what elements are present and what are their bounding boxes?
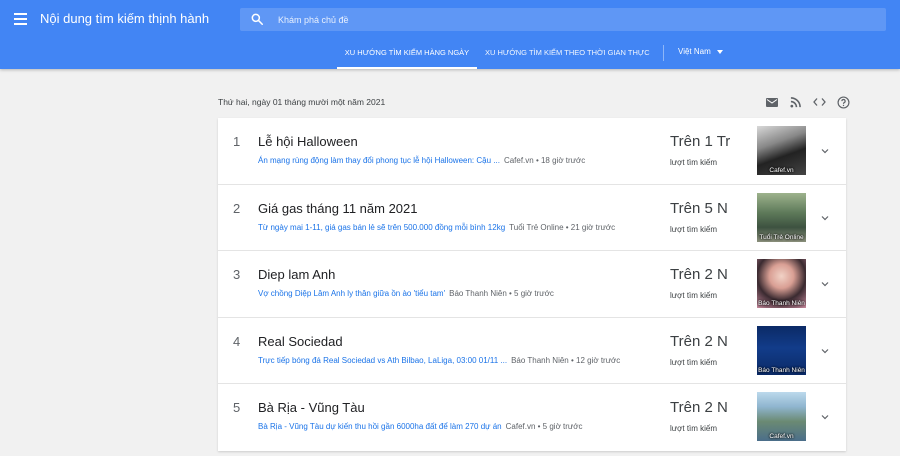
trend-thumbnail[interactable]: Báo Thanh Niên xyxy=(757,325,806,375)
trend-tabs: XU HƯỚNG TÌM KIẾM HÀNG NGÀY XU HƯỚNG TÌM… xyxy=(337,44,663,69)
country-selector[interactable]: Việt Nam xyxy=(678,47,723,56)
article-meta: Tuổi Trẻ Online • 21 giờ trước xyxy=(509,222,616,232)
chevron-down-icon[interactable] xyxy=(818,278,832,290)
search-count-label: lượt tìm kiếm xyxy=(670,291,718,301)
chevron-down-icon[interactable] xyxy=(818,145,832,157)
app-bar: Nội dung tìm kiếm thịnh hành XU HƯỚNG TÌ… xyxy=(0,0,900,69)
embed-code-icon[interactable] xyxy=(812,95,827,109)
search-count-label: lượt tìm kiếm xyxy=(670,357,718,367)
trend-title[interactable]: Real Sociedad xyxy=(258,334,343,349)
search-count-label: lượt tìm kiếm xyxy=(670,224,718,234)
search-input[interactable] xyxy=(278,8,878,31)
trend-thumbnail[interactable]: Báo Thanh Niên xyxy=(757,259,806,309)
help-icon[interactable] xyxy=(836,95,851,109)
toolbar xyxy=(764,95,851,109)
trend-thumbnail[interactable]: Cafef.vn xyxy=(757,126,806,175)
trend-row: 2 Giá gas tháng 11 năm 2021 Từ ngày mai … xyxy=(218,185,846,252)
article-link[interactable]: Án mạng rùng động làm thay đổi phong tục… xyxy=(258,156,500,165)
trend-article: Trực tiếp bóng đá Real Sociedad vs Ath B… xyxy=(258,356,620,365)
search-count: Trên 5 N xyxy=(670,199,728,217)
divider xyxy=(663,45,664,61)
trend-article: Bà Rịa - Vũng Tàu dự kiến thu hồi gần 60… xyxy=(258,422,583,431)
article-link[interactable]: Bà Rịa - Vũng Tàu dự kiến thu hồi gần 60… xyxy=(258,422,502,431)
search-icon[interactable] xyxy=(250,12,264,26)
trend-rank: 2 xyxy=(233,200,241,216)
trend-title[interactable]: Bà Rịa - Vũng Tàu xyxy=(258,400,365,415)
rss-icon[interactable] xyxy=(788,95,803,109)
search-count: Trên 2 N xyxy=(670,399,728,417)
thumbnail-source: Tuổi Trẻ Online xyxy=(759,233,804,241)
article-link[interactable]: Từ ngày mai 1-11, giá gas bán lẻ sẽ trên… xyxy=(258,223,505,232)
email-icon[interactable] xyxy=(764,95,779,109)
trend-article: Vợ chồng Diệp Lâm Anh ly thân giữa ồn ào… xyxy=(258,289,554,298)
thumbnail-source: Báo Thanh Niên xyxy=(758,300,805,308)
trend-rank: 4 xyxy=(233,333,241,349)
trend-article: Từ ngày mai 1-11, giá gas bán lẻ sẽ trên… xyxy=(258,223,615,232)
date-heading: Thứ hai, ngày 01 tháng mười một năm 2021 xyxy=(218,97,386,107)
search-count-label: lượt tìm kiếm xyxy=(670,424,718,434)
trend-title[interactable]: Lễ hội Halloween xyxy=(258,134,358,149)
trend-thumbnail[interactable]: Tuổi Trẻ Online xyxy=(757,192,806,242)
article-meta: Báo Thanh Niên • 5 giờ trước xyxy=(449,289,554,299)
search-count-label: lượt tìm kiếm xyxy=(670,158,718,167)
chevron-down-icon xyxy=(716,49,723,54)
search-count: Trên 2 N xyxy=(670,266,728,284)
article-link[interactable]: Vợ chồng Diệp Lâm Anh ly thân giữa ồn ào… xyxy=(258,289,445,298)
search-count: Trên 1 Tr xyxy=(670,133,731,150)
country-label: Việt Nam xyxy=(678,47,711,56)
trend-thumbnail[interactable]: Cafef.vn xyxy=(757,392,806,442)
trend-rank: 1 xyxy=(233,134,241,149)
trends-list: 1 Lễ hội Halloween Án mạng rùng động làm… xyxy=(218,118,846,451)
chevron-down-icon[interactable] xyxy=(818,212,832,224)
trend-row: 4 Real Sociedad Trực tiếp bóng đá Real S… xyxy=(218,318,846,385)
thumbnail-source: Cafef.vn xyxy=(769,167,794,174)
tab-realtime-trends[interactable]: XU HƯỚNG TÌM KIẾM THEO THỜI GIAN THỰC xyxy=(485,44,663,69)
article-meta: Cafef.vn • 5 giờ trước xyxy=(505,422,583,432)
trend-rank: 3 xyxy=(233,267,241,283)
trend-row: 3 Diep lam Anh Vợ chồng Diệp Lâm Anh ly … xyxy=(218,251,846,318)
tab-daily-trends[interactable]: XU HƯỚNG TÌM KIẾM HÀNG NGÀY xyxy=(337,44,477,69)
trend-title[interactable]: Giá gas tháng 11 năm 2021 xyxy=(258,201,418,216)
trend-title[interactable]: Diep lam Anh xyxy=(258,267,335,282)
menu-icon[interactable] xyxy=(8,6,32,32)
thumbnail-source: Báo Thanh Niên xyxy=(758,366,805,374)
trend-row: 5 Bà Rịa - Vũng Tàu Bà Rịa - Vũng Tàu dự… xyxy=(218,384,846,451)
thumbnail-source: Cafef.vn xyxy=(769,433,794,441)
trend-row: 1 Lễ hội Halloween Án mạng rùng động làm… xyxy=(218,118,846,185)
chevron-down-icon[interactable] xyxy=(818,411,832,423)
search-bar[interactable] xyxy=(240,8,886,31)
page-title: Nội dung tìm kiếm thịnh hành xyxy=(40,11,210,26)
article-meta: Báo Thanh Niên • 12 giờ trước xyxy=(511,355,621,365)
article-link[interactable]: Trực tiếp bóng đá Real Sociedad vs Ath B… xyxy=(258,356,507,365)
trend-article: Án mạng rùng động làm thay đổi phong tục… xyxy=(258,156,585,165)
article-meta: Cafef.vn • 18 giờ trước xyxy=(503,156,586,165)
trend-rank: 5 xyxy=(233,400,241,416)
search-count: Trên 2 N xyxy=(670,332,728,350)
chevron-down-icon[interactable] xyxy=(818,345,832,357)
